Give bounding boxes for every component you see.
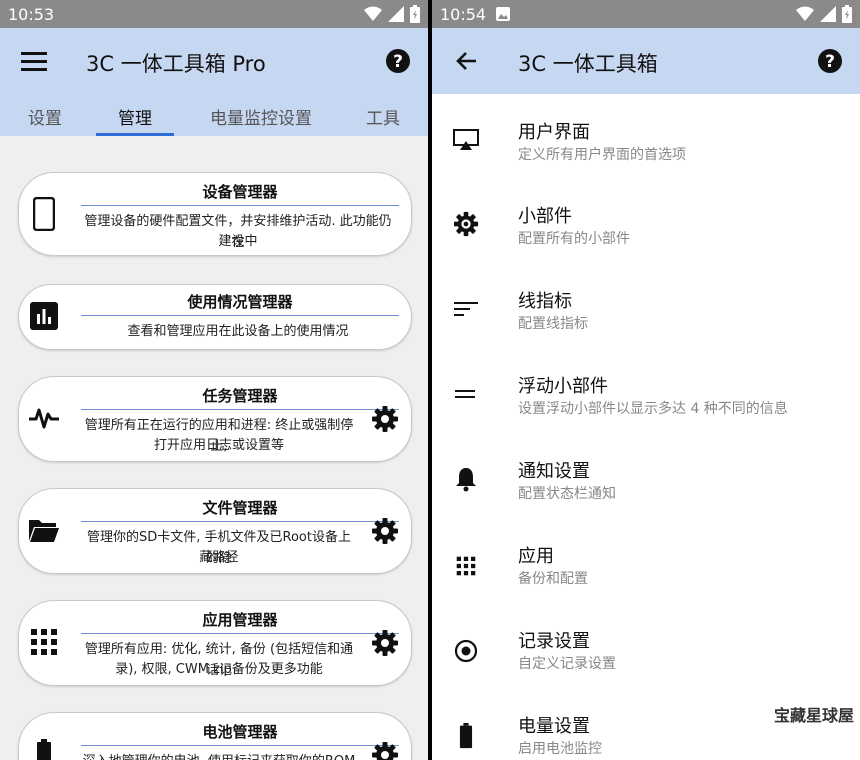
divider (81, 521, 399, 522)
card-desc-line2: 录), 权限, CWM zip备份及更多功能 (115, 662, 323, 677)
bell-icon (452, 465, 480, 493)
menu-item-record-settings[interactable]: 记录设置 自定义记录设置 (432, 607, 860, 691)
app-bar: 3C 一体工具箱 ? (432, 28, 860, 94)
folder-icon (27, 513, 61, 547)
cast-screen-icon (452, 126, 480, 154)
status-time: 10:53 (8, 4, 55, 24)
menu-item-title: 线指标 (518, 291, 572, 312)
gear-icon[interactable] (371, 741, 399, 760)
apps-grid-icon (27, 625, 61, 659)
battery-status-icon (410, 5, 420, 23)
card-file-manager[interactable]: 文件管理器 管理你的SD卡文件, 手机文件及已Root设备上的隐 藏路径 (18, 488, 412, 574)
menu-item-line-indicator[interactable]: 线指标 配置线指标 (432, 267, 860, 351)
menu-item-subtitle: 备份和配置 (518, 571, 588, 587)
menu-item-floating-widget[interactable]: 浮动小部件 设置浮动小部件以显示多达 4 种不同的信息 (432, 352, 860, 436)
menu-item-subtitle: 启用电池监控 (518, 741, 602, 757)
card-title: 文件管理器 (202, 499, 278, 517)
floating-lines-icon (452, 380, 480, 408)
battery-status-icon (842, 5, 852, 23)
menu-item-subtitle: 自定义记录设置 (518, 656, 616, 672)
left-screen: 10:53 3C 一体工具箱 Pro ? 设置 管理 电量监控设置 工具 设备管… (0, 0, 428, 760)
signal-icon (388, 6, 404, 22)
app-title: 3C 一体工具箱 (518, 52, 658, 76)
battery-icon (27, 737, 61, 760)
bar-chart-icon (27, 299, 61, 333)
app-bar: 3C 一体工具箱 Pro ? (0, 28, 428, 94)
gear-icon[interactable] (371, 405, 399, 433)
apps-grid-icon (452, 552, 480, 580)
card-battery-manager[interactable]: 电池管理器 深入地管理你的电池, 使用标记来获取你的ROM和 (18, 712, 412, 760)
menu-item-title: 用户界面 (518, 122, 590, 143)
menu-item-subtitle: 配置所有的小部件 (518, 231, 630, 247)
watermark-text: 宝藏星球屋 (773, 706, 854, 725)
tab-bar: 设置 管理 电量监控设置 工具 (0, 94, 428, 136)
lines-icon (452, 295, 480, 323)
tab-settings[interactable]: 设置 (28, 104, 62, 129)
tab-indicator (96, 133, 174, 136)
menu-item-title: 小部件 (518, 206, 572, 227)
tab-tools[interactable]: 工具 (366, 104, 400, 129)
gear-icon[interactable] (371, 517, 399, 545)
signal-icon (820, 6, 836, 22)
help-icon[interactable]: ? (814, 45, 846, 77)
menu-item-subtitle: 设置浮动小部件以显示多达 4 种不同的信息 (518, 401, 788, 417)
menu-icon[interactable] (18, 45, 50, 77)
divider (81, 633, 399, 634)
status-time: 10:54 (440, 4, 487, 24)
divider (81, 745, 399, 746)
status-bar: 10:54 (432, 0, 860, 28)
wifi-icon (796, 6, 814, 21)
card-app-manager[interactable]: 应用管理器 管理所有应用: 优化, 统计, 备份 (包括短信和通话记 录), 权… (18, 600, 412, 686)
menu-item-title: 记录设置 (518, 631, 590, 652)
menu-item-title: 浮动小部件 (518, 376, 608, 397)
menu-item-user-interface[interactable]: 用户界面 定义所有用户界面的首选项 (432, 96, 860, 180)
card-device-manager[interactable]: 设备管理器 管理设备的硬件配置文件，并安排维护活动. 此功能仍在 建设中 (18, 172, 412, 256)
divider (81, 315, 399, 316)
back-arrow-icon[interactable] (450, 45, 482, 77)
card-task-manager[interactable]: 任务管理器 管理所有正在运行的应用和进程: 终止或强制停止, 打开应用日志或设置… (18, 376, 412, 462)
card-desc-line2: 建设中 (218, 234, 258, 249)
card-title: 设备管理器 (202, 183, 278, 201)
menu-item-subtitle: 定义所有用户界面的首选项 (518, 147, 686, 163)
menu-item-title: 电量设置 (518, 716, 590, 737)
menu-item-subtitle: 配置状态栏通知 (518, 486, 616, 502)
svg-text:?: ? (393, 52, 403, 72)
settings-list: 用户界面 定义所有用户界面的首选项 小部件 配置所有的小部件 线指标 配置线指标… (432, 94, 860, 760)
card-title: 任务管理器 (202, 387, 278, 405)
record-icon (452, 637, 480, 665)
battery-icon (452, 722, 480, 750)
tab-manage[interactable]: 管理 (118, 104, 152, 129)
menu-item-title: 应用 (518, 546, 554, 567)
help-icon[interactable]: ? (382, 45, 414, 77)
card-desc-line1: 深入地管理你的电池, 使用标记来获取你的ROM和 (81, 751, 357, 760)
app-title: 3C 一体工具箱 Pro (86, 52, 266, 76)
menu-item-subtitle: 配置线指标 (518, 316, 588, 332)
menu-item-apps[interactable]: 应用 备份和配置 (432, 522, 860, 606)
right-screen: 10:54 3C 一体工具箱 ? 用户界面 定义所有用户界面的首选项 小部件 配… (432, 0, 860, 760)
tab-power-monitor[interactable]: 电量监控设置 (210, 104, 312, 129)
card-desc-line1: 查看和管理应用在此设备上的使用情况 (127, 324, 349, 339)
pulse-icon (27, 401, 61, 435)
status-bar: 10:53 (0, 0, 428, 28)
menu-item-title: 通知设置 (518, 461, 590, 482)
image-notification-icon (496, 7, 511, 21)
divider (81, 409, 399, 410)
svg-text:?: ? (825, 52, 835, 72)
gear-icon[interactable] (371, 629, 399, 657)
card-desc-line2: 藏路径 (199, 550, 239, 565)
card-usage-manager[interactable]: 使用情况管理器 查看和管理应用在此设备上的使用情况 (18, 284, 412, 350)
phone-icon (27, 197, 61, 231)
card-title: 使用情况管理器 (187, 293, 293, 311)
card-desc-line2: 打开应用日志或设置等 (153, 438, 284, 453)
wifi-icon (364, 6, 382, 21)
widget-gear-icon (452, 210, 480, 238)
menu-item-notification-settings[interactable]: 通知设置 配置状态栏通知 (432, 437, 860, 521)
menu-item-widgets[interactable]: 小部件 配置所有的小部件 (432, 182, 860, 266)
card-title: 应用管理器 (202, 611, 278, 629)
divider (81, 205, 399, 206)
card-title: 电池管理器 (202, 723, 278, 741)
